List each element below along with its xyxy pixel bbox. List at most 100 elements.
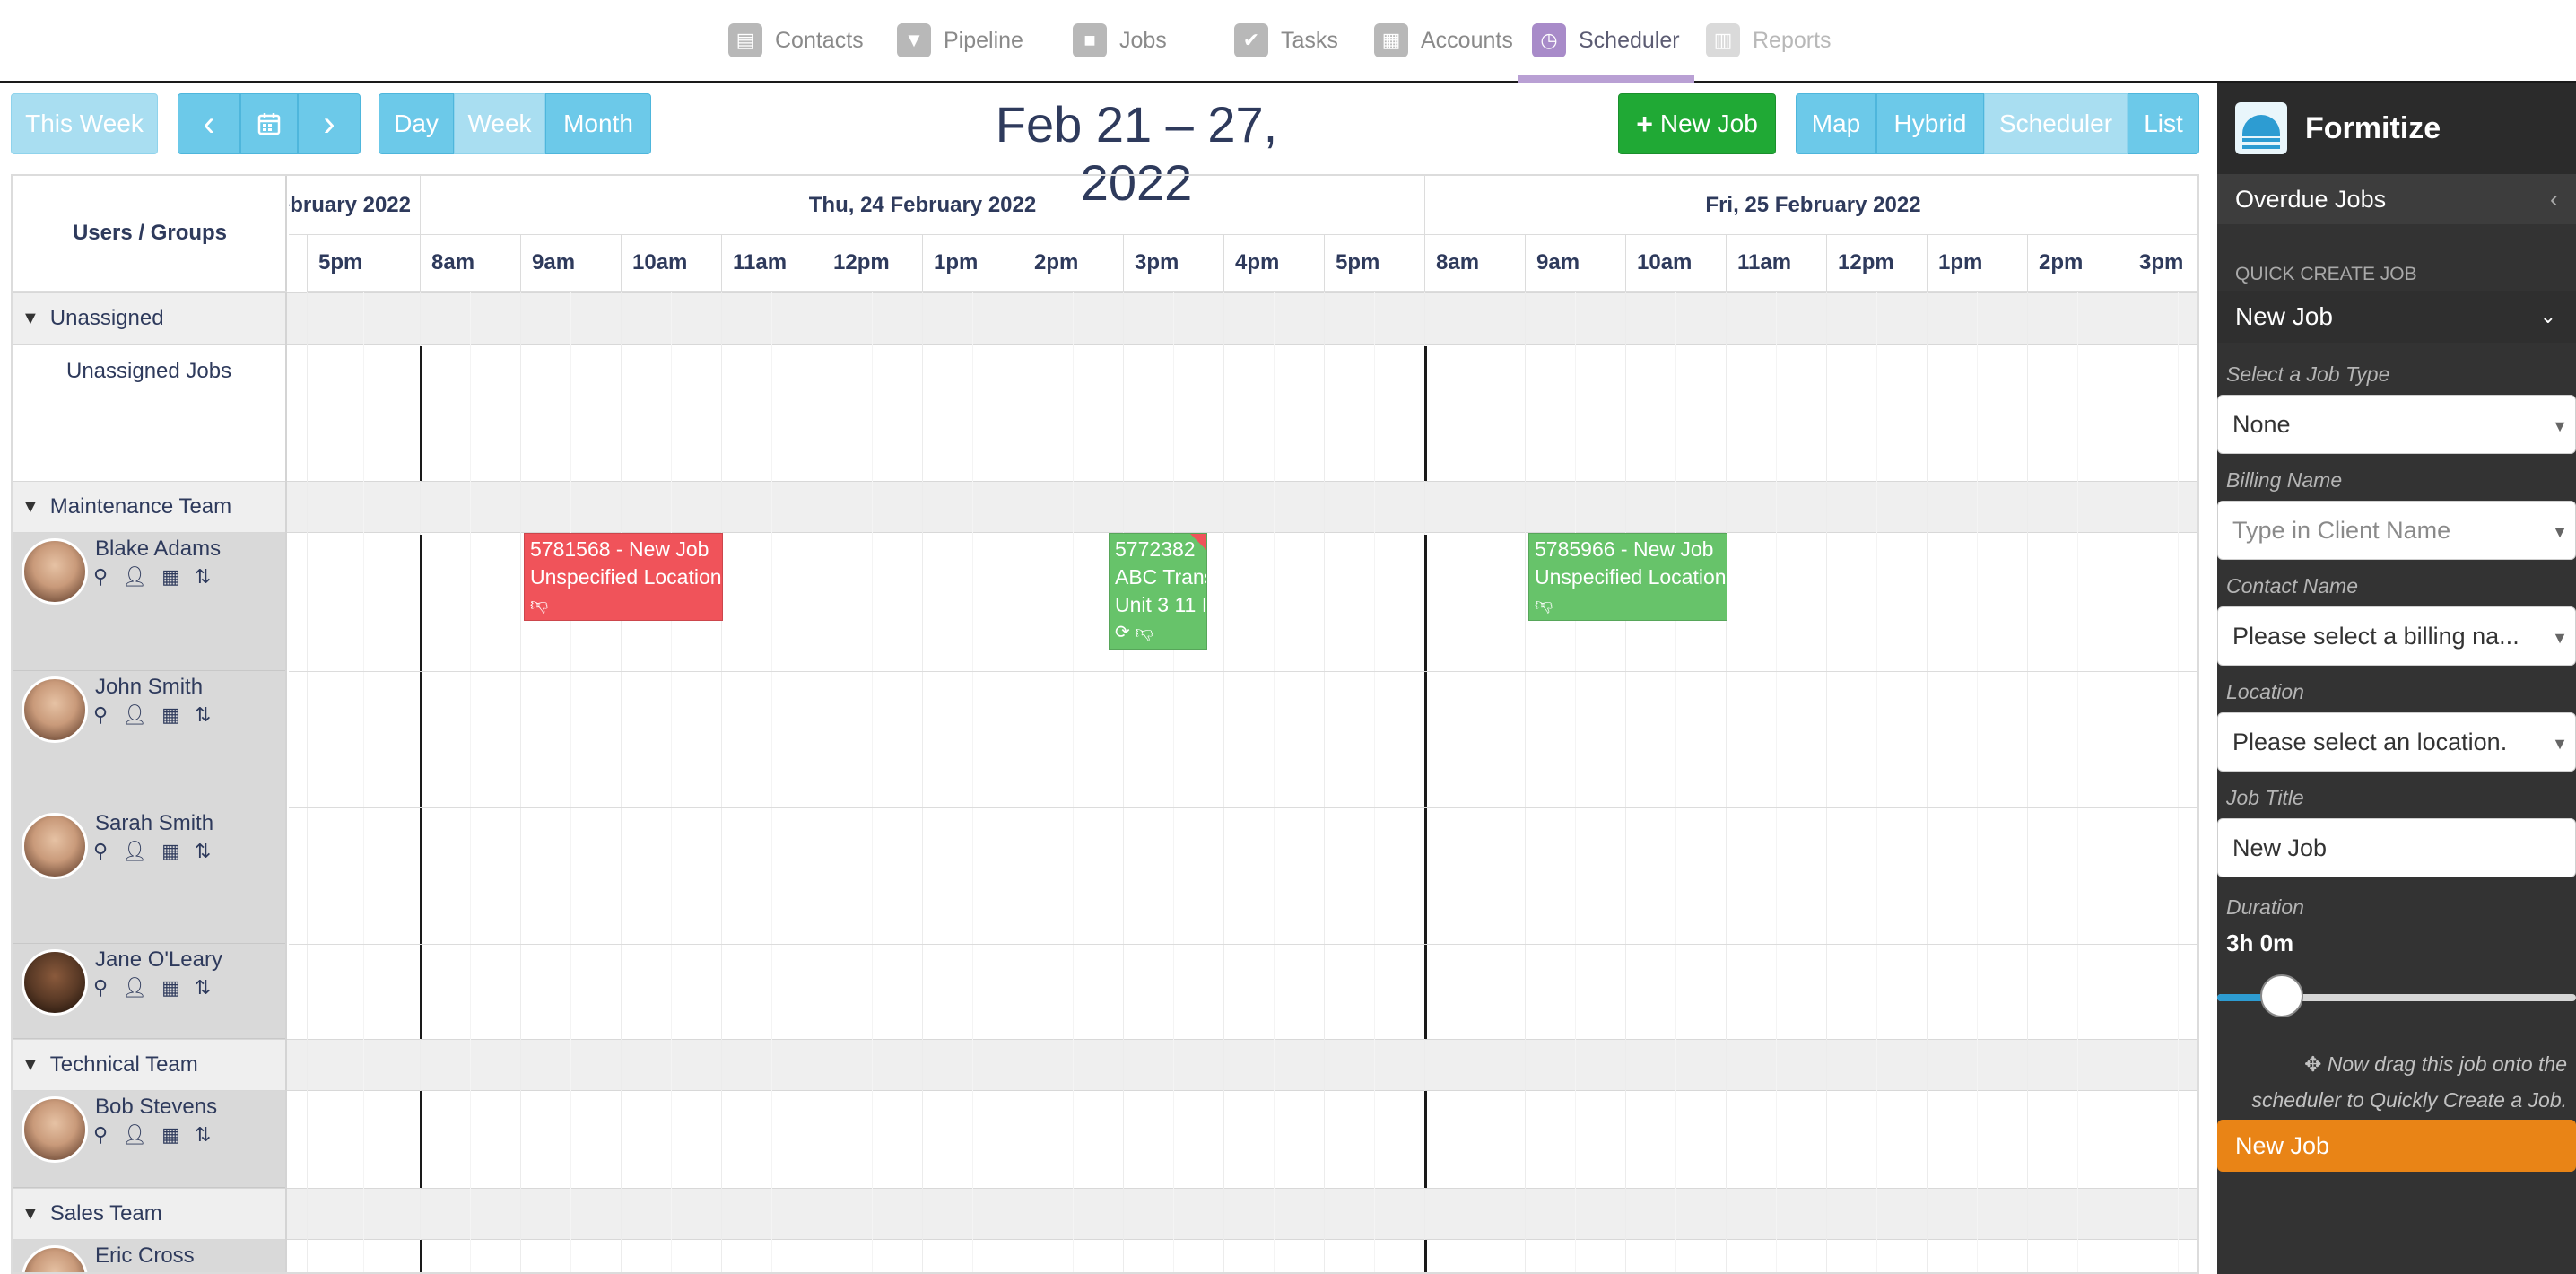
this-week-button[interactable]: This Week xyxy=(11,93,158,154)
add-user-icon[interactable]: 👤︎ xyxy=(122,840,147,863)
grid-line xyxy=(1525,292,1526,1272)
group-sales-team[interactable]: ▼ Sales Team xyxy=(22,1188,162,1240)
avatar xyxy=(22,1245,88,1272)
location-select[interactable]: Please select an location. ▼ xyxy=(2217,712,2576,772)
mode-map-button[interactable]: Map xyxy=(1796,93,1876,154)
duration-label: Duration xyxy=(2226,895,2304,919)
hour-label: 3pm xyxy=(2128,235,2197,292)
nav-scheduler[interactable]: ◷ Scheduler xyxy=(1518,0,1694,83)
user-name: Sarah Smith xyxy=(95,811,214,835)
job-title-input[interactable]: New Job xyxy=(2217,818,2576,877)
user-row-bob-stevens: Bob Stevens ⚲ 👤︎ ▦ ⇅ xyxy=(13,1091,285,1188)
check-icon: ✔ xyxy=(1234,23,1268,57)
calendar-icon[interactable]: ▦ xyxy=(161,976,180,999)
map-pin-icon[interactable]: ⚲ xyxy=(93,976,108,999)
day-header-fri: Fri, 25 February 2022 xyxy=(1424,176,2197,235)
mode-list-button[interactable]: List xyxy=(2128,93,2199,154)
sort-icon[interactable]: ⇅ xyxy=(195,1123,211,1147)
top-navigation: ▤ Contacts ▼ Pipeline ■ Jobs ✔ Tasks ▦ A… xyxy=(0,0,2576,83)
job-card-5785966[interactable]: 5785966 - New Job Unspecified Location 👎… xyxy=(1528,533,1727,621)
grid-line xyxy=(721,292,722,1272)
calendar-icon[interactable]: ▦ xyxy=(161,840,180,863)
grid-line xyxy=(1173,292,1174,1272)
calendar-icon[interactable]: ▦ xyxy=(161,703,180,727)
view-month-button[interactable]: Month xyxy=(545,93,651,154)
group-technical-team[interactable]: ▼ Technical Team xyxy=(22,1039,198,1091)
user-row-blake-adams: Blake Adams ⚲ 👤︎ ▦ ⇅ xyxy=(13,533,285,671)
nav-reports[interactable]: ▥ Reports xyxy=(1706,0,1832,81)
timeline: ebruary 2022 Thu, 24 February 2022 Fri, … xyxy=(289,176,2197,1272)
duration-slider-handle[interactable] xyxy=(2260,974,2303,1017)
job-type-select[interactable]: None ▼ xyxy=(2217,395,2576,454)
nav-scheduler-label: Scheduler xyxy=(1579,27,1680,53)
view-day-button[interactable]: Day xyxy=(379,93,454,154)
drag-hint-line2: scheduler to Quickly Create a Job. xyxy=(2251,1088,2567,1112)
thumbs-down-icon: 👎︎ xyxy=(1535,595,1553,615)
day-header-wed: ebruary 2022 xyxy=(289,176,420,235)
hour-label: 12pm xyxy=(822,235,922,292)
nav-pipeline[interactable]: ▼ Pipeline xyxy=(897,0,1023,81)
nav-accounts[interactable]: ▦ Accounts xyxy=(1374,0,1513,81)
nav-jobs[interactable]: ■ Jobs xyxy=(1073,0,1167,81)
contact-name-select[interactable]: Please select a billing na... ▼ xyxy=(2217,606,2576,666)
grid-line xyxy=(671,292,672,1272)
calendar-icon[interactable]: ▦ xyxy=(161,565,180,589)
sort-icon[interactable]: ⇅ xyxy=(195,840,211,863)
quick-create-select[interactable]: New Job ⌄ xyxy=(2217,291,2576,343)
sort-icon[interactable]: ⇅ xyxy=(195,565,211,589)
user-row-jane-oleary: Jane O'Leary ⚲ 👤︎ ▦ ⇅ xyxy=(13,944,285,1039)
job-card-5772382[interactable]: 5772382 ABC Trans Unit 3 11 I ⟳ 👎︎ xyxy=(1109,533,1207,650)
map-pin-icon[interactable]: ⚲ xyxy=(93,703,108,727)
draggable-new-job[interactable]: New Job xyxy=(2217,1120,2576,1172)
map-pin-icon[interactable]: ⚲ xyxy=(93,840,108,863)
group-unassigned[interactable]: ▼ Unassigned xyxy=(22,292,164,345)
user-name: Eric Cross xyxy=(95,1243,195,1268)
next-week-button[interactable]: › xyxy=(298,93,361,154)
group-name: Technical Team xyxy=(49,1052,198,1077)
grid-line xyxy=(1876,292,1877,1272)
map-pin-icon[interactable]: ⚲ xyxy=(93,1123,108,1147)
map-pin-icon[interactable]: ⚲ xyxy=(93,565,108,589)
row-divider xyxy=(289,807,2197,808)
mode-hybrid-button[interactable]: Hybrid xyxy=(1876,93,1984,154)
unassigned-jobs-row: Unassigned Jobs xyxy=(66,359,232,383)
caret-down-icon: ▼ xyxy=(2552,523,2568,541)
hour-label: 3pm xyxy=(1123,235,1223,292)
mode-scheduler-button[interactable]: Scheduler xyxy=(1984,93,2128,154)
add-user-icon[interactable]: 👤︎ xyxy=(122,565,147,589)
nav-reports-label: Reports xyxy=(1753,27,1832,53)
hour-label: 1pm xyxy=(1927,235,2027,292)
group-maintenance-team[interactable]: ▼ Maintenance Team xyxy=(22,481,231,533)
billing-name-input[interactable]: Type in Client Name ▼ xyxy=(2217,501,2576,560)
collapse-triangle-icon: ▼ xyxy=(22,496,39,517)
add-user-icon[interactable]: 👤︎ xyxy=(122,703,147,727)
grid-line xyxy=(570,292,571,1272)
chart-icon: ▥ xyxy=(1706,23,1740,57)
sort-icon[interactable]: ⇅ xyxy=(195,703,211,727)
day-separator xyxy=(420,1240,422,1272)
prev-week-button[interactable]: ‹ xyxy=(178,93,240,154)
user-row-sarah-smith: Sarah Smith ⚲ 👤︎ ▦ ⇅ xyxy=(13,807,285,944)
calendar-picker-button[interactable] xyxy=(240,93,298,154)
overdue-jobs-toggle[interactable]: Overdue Jobs ‹ xyxy=(2217,174,2576,224)
avatar xyxy=(22,1096,88,1163)
add-user-icon[interactable]: 👤︎ xyxy=(122,1123,147,1147)
avatar xyxy=(22,949,88,1016)
job-address: Unit 3 11 I xyxy=(1115,593,1207,616)
hour-label: 5pm xyxy=(1324,235,1424,292)
calendar-icon[interactable]: ▦ xyxy=(161,1123,180,1147)
group-name: Unassigned xyxy=(49,306,164,330)
move-icon: ✥ xyxy=(2304,1052,2322,1076)
nav-tasks[interactable]: ✔ Tasks xyxy=(1234,0,1338,81)
nav-accounts-label: Accounts xyxy=(1421,27,1513,53)
grid-line xyxy=(1927,292,1928,1272)
nav-contacts[interactable]: ▤ Contacts xyxy=(728,0,864,81)
user-row-john-smith: John Smith ⚲ 👤︎ ▦ ⇅ xyxy=(13,671,285,807)
view-week-button[interactable]: Week xyxy=(454,93,545,154)
sort-icon[interactable]: ⇅ xyxy=(195,976,211,999)
job-card-5781568[interactable]: 5781568 - New Job Unspecified Location 👎… xyxy=(524,533,723,621)
add-user-icon[interactable]: 👤︎ xyxy=(122,976,147,999)
day-separator xyxy=(420,346,422,481)
new-job-button[interactable]: + New Job xyxy=(1618,93,1776,154)
briefcase-icon: ■ xyxy=(1073,23,1107,57)
